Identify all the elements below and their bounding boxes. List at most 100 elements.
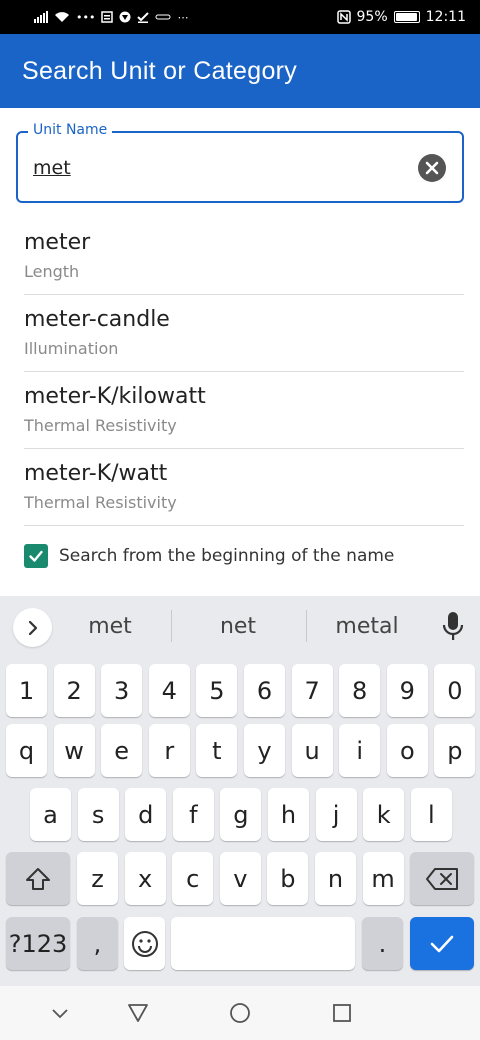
key-h[interactable]: h: [268, 788, 309, 841]
suggestion-1[interactable]: met: [50, 614, 170, 639]
key-3[interactable]: 3: [101, 664, 143, 717]
symbols-key[interactable]: ?123: [6, 917, 70, 970]
key-k[interactable]: k: [363, 788, 405, 841]
shift-key[interactable]: [6, 852, 70, 905]
key-b[interactable]: b: [267, 852, 309, 905]
key-p[interactable]: p: [434, 724, 476, 777]
key-8[interactable]: 8: [339, 664, 381, 717]
chevron-down-icon: [52, 1009, 68, 1019]
key-5[interactable]: 5: [196, 664, 238, 717]
key-4[interactable]: 4: [148, 664, 190, 717]
key-d[interactable]: d: [125, 788, 167, 841]
sim-icon: [101, 11, 114, 23]
suggestion-3[interactable]: metal: [307, 614, 427, 639]
key-f[interactable]: f: [172, 788, 214, 841]
search-from-beginning-checkbox[interactable]: [24, 544, 48, 568]
close-icon: [425, 161, 439, 175]
key-n[interactable]: n: [315, 852, 356, 905]
checkmark-icon: [29, 550, 43, 562]
key-0[interactable]: 0: [434, 664, 476, 717]
result-item[interactable]: meter-K/watt Thermal Resistivity: [24, 449, 464, 526]
check-icon: [137, 12, 150, 23]
dots-icon: •••: [76, 10, 96, 24]
key-o[interactable]: o: [386, 724, 428, 777]
key-e[interactable]: e: [101, 724, 143, 777]
key-q[interactable]: q: [6, 724, 47, 777]
space-key[interactable]: [171, 917, 355, 970]
key-2[interactable]: 2: [53, 664, 95, 717]
more-icon: ⋯: [177, 10, 189, 24]
recent-square-icon: [333, 1004, 351, 1022]
wifi-icon: [55, 12, 69, 22]
result-name: meter: [24, 230, 91, 255]
unit-name-input[interactable]: [33, 153, 393, 183]
result-name: meter-candle: [24, 307, 170, 332]
nfc-icon: [336, 10, 351, 24]
expand-toolbar-button[interactable]: [13, 608, 52, 647]
key-m[interactable]: m: [362, 852, 404, 905]
status-time: 12:11: [425, 9, 466, 25]
backspace-key[interactable]: [410, 852, 474, 905]
home-button[interactable]: [227, 1000, 253, 1026]
page-title: Search Unit or Category: [22, 56, 298, 85]
vpn-icon: [119, 11, 131, 23]
unit-name-field[interactable]: Unit Name: [16, 122, 464, 203]
comma-key[interactable]: ,: [77, 917, 118, 970]
status-bar: ••• ⋯ 95% 12:11: [0, 0, 480, 34]
recent-apps-button[interactable]: [329, 1000, 355, 1026]
key-c[interactable]: c: [172, 852, 214, 905]
status-left-icons: ••• ⋯: [34, 11, 337, 23]
result-item[interactable]: meter Length: [24, 218, 464, 295]
suggestion-bar: met net metal: [0, 596, 480, 658]
photos-icon: [155, 14, 171, 20]
key-r[interactable]: r: [148, 724, 190, 777]
shift-icon: [26, 867, 50, 890]
key-w[interactable]: w: [53, 724, 95, 777]
app-bar: Search Unit or Category: [0, 34, 480, 108]
suggestion-divider: [171, 610, 172, 642]
key-u[interactable]: u: [291, 724, 333, 777]
suggestion-2[interactable]: net: [178, 614, 298, 639]
key-t[interactable]: t: [196, 724, 238, 777]
key-v[interactable]: v: [219, 852, 261, 905]
key-7[interactable]: 7: [291, 664, 333, 717]
search-from-beginning-label: Search from the beginning of the name: [59, 546, 395, 566]
key-a[interactable]: a: [30, 788, 71, 841]
result-category: Thermal Resistivity: [24, 416, 177, 435]
clear-button[interactable]: [418, 154, 446, 182]
microphone-icon[interactable]: [442, 611, 464, 643]
results-list: meter Length meter-candle Illumination meter…: [24, 218, 464, 526]
key-g[interactable]: g: [220, 788, 262, 841]
result-category: Length: [24, 262, 80, 281]
battery-fill: [395, 13, 417, 21]
result-category: Thermal Resistivity: [24, 493, 177, 512]
key-l[interactable]: l: [410, 788, 452, 841]
key-s[interactable]: s: [77, 788, 119, 841]
navigation-bar: [0, 986, 480, 1040]
enter-key[interactable]: [410, 917, 474, 970]
key-6[interactable]: 6: [244, 664, 285, 717]
battery-percent: 95%: [356, 9, 388, 25]
back-triangle-icon: [128, 1004, 148, 1022]
emoji-key[interactable]: [124, 917, 165, 970]
key-i[interactable]: i: [339, 724, 381, 777]
search-from-beginning-option[interactable]: Search from the beginning of the name: [24, 544, 394, 568]
hide-keyboard-button[interactable]: [47, 1000, 73, 1026]
key-9[interactable]: 9: [386, 664, 428, 717]
checkmark-enter-icon: [430, 935, 454, 952]
key-z[interactable]: z: [77, 852, 118, 905]
result-category: Illumination: [24, 339, 119, 358]
home-circle-icon: [230, 1003, 250, 1023]
key-y[interactable]: y: [244, 724, 285, 777]
key-j[interactable]: j: [315, 788, 357, 841]
result-name: meter-K/watt: [24, 461, 168, 486]
result-item[interactable]: meter-candle Illumination: [24, 295, 464, 372]
signal-icon: [34, 11, 48, 23]
unit-name-label: Unit Name: [28, 122, 113, 138]
back-button[interactable]: [125, 1000, 151, 1026]
key-1[interactable]: 1: [6, 664, 47, 717]
result-item[interactable]: meter-K/kilowatt Thermal Resistivity: [24, 372, 464, 449]
on-screen-keyboard: met net metal 1234567890 qwertyuiop asdfgh…: [0, 596, 480, 986]
key-x[interactable]: x: [124, 852, 166, 905]
period-key[interactable]: .: [362, 917, 403, 970]
